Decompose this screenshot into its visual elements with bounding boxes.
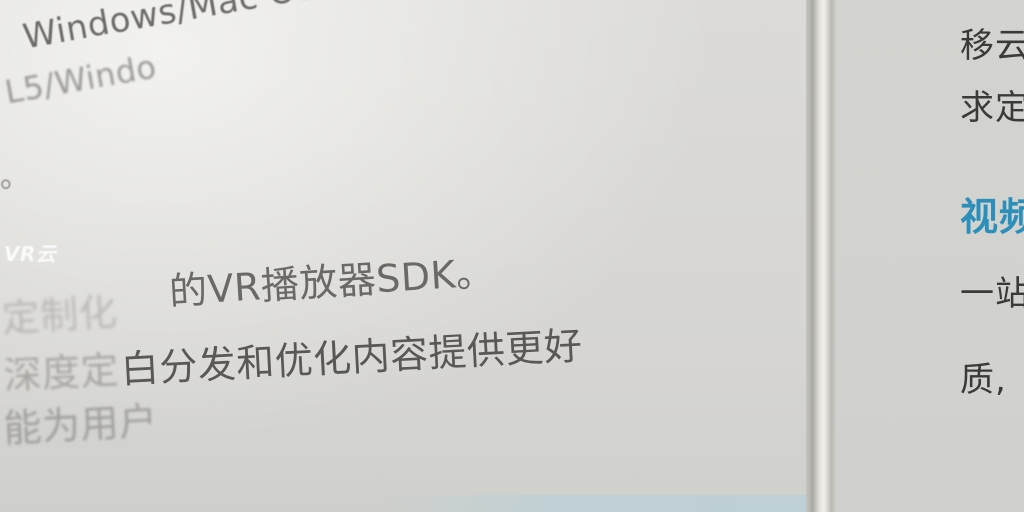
bottom-tint [380, 495, 812, 512]
vr-logo: VR云 [4, 242, 57, 266]
right-line-1: 移云 [960, 26, 1024, 66]
right-line-4: 一站 [960, 274, 1024, 314]
right-page [836, 0, 1024, 512]
content-line-faded: 深度定 [2, 347, 121, 398]
photo-scene: Windows/Mac OS/Gear V L5/Windo 。 VR云 定制化… [0, 0, 1024, 512]
user-line-faded: 能为用户 [2, 398, 159, 451]
right-heading: 视频 [960, 195, 1024, 239]
period-mark: 。 [0, 160, 31, 195]
right-line-2: 求定 [960, 88, 1024, 128]
right-line-5: 质, [960, 360, 1007, 400]
page-fold [806, 0, 836, 512]
